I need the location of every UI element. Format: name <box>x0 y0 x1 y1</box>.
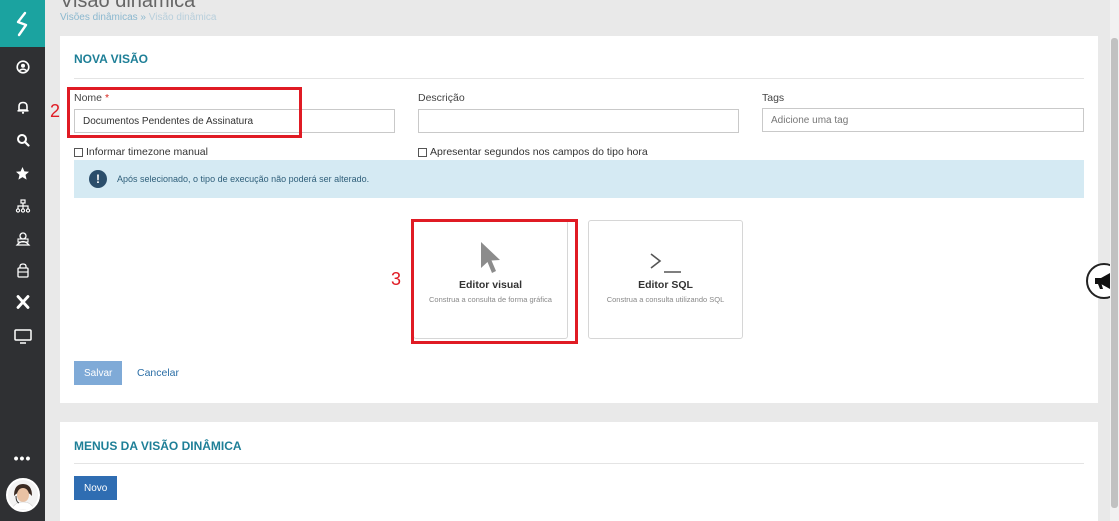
x-icon[interactable] <box>0 289 45 315</box>
logo-icon <box>16 11 27 36</box>
avatar[interactable] <box>6 478 40 512</box>
editor-sql-option[interactable]: Editor SQL Construa a consulta utilizand… <box>588 220 743 339</box>
scrollbar[interactable] <box>1110 0 1119 521</box>
info-alert: ! Após selecionado, o tipo de execução n… <box>74 160 1084 198</box>
logo[interactable] <box>0 0 45 47</box>
editor-sql-desc: Construa a consulta utilizando SQL <box>606 295 725 304</box>
annotation-number-3: 3 <box>391 269 402 289</box>
monitor-icon[interactable] <box>0 323 45 349</box>
sidebar: ••• <box>0 0 45 521</box>
terminal-icon <box>589 251 742 275</box>
editor-sql-title: Editor SQL <box>638 279 693 291</box>
tags-input[interactable] <box>762 108 1084 132</box>
nova-visao-title: NOVA VISÃO <box>74 52 149 66</box>
bag-icon[interactable] <box>0 257 45 283</box>
exclamation-icon: ! <box>89 170 107 188</box>
breadcrumb-current: Visão dinâmica <box>148 12 217 23</box>
annotation-box-nome <box>67 87 302 138</box>
bell-icon[interactable] <box>0 94 45 120</box>
info-text: Após selecionado, o tipo de execução não… <box>117 174 370 184</box>
segundos-checkbox[interactable] <box>418 147 427 157</box>
save-button[interactable]: Salvar <box>74 361 123 385</box>
scroll-thumb[interactable] <box>1111 38 1118 508</box>
divider <box>74 78 1084 79</box>
annotation-number-2: 2 <box>50 101 61 121</box>
breadcrumb: Visões dinâmicas » Visão dinâmica <box>60 12 216 23</box>
timezone-checkbox[interactable] <box>74 147 83 157</box>
tags-label: Tags <box>762 92 785 104</box>
user-circle-icon[interactable] <box>0 54 45 80</box>
breadcrumb-parent-link[interactable]: Visões dinâmicas <box>60 12 138 23</box>
new-menu-button[interactable]: Novo <box>74 476 118 500</box>
more-menu[interactable]: ••• <box>0 450 45 468</box>
search-icon[interactable] <box>0 127 45 153</box>
star-icon[interactable] <box>0 160 45 186</box>
timezone-label: Informar timezone manual <box>86 146 208 158</box>
divider <box>74 463 1084 464</box>
segundos-label: Apresentar segundos nos campos do tipo h… <box>430 146 648 158</box>
segundos-option: Apresentar segundos nos campos do tipo h… <box>418 146 648 158</box>
sitemap-icon[interactable] <box>0 193 45 219</box>
cancel-link[interactable]: Cancelar <box>137 367 179 379</box>
menus-card: MENUS DA VISÃO DINÂMICA Novo <box>60 422 1098 521</box>
descricao-label: Descrição <box>418 92 465 104</box>
menus-title: MENUS DA VISÃO DINÂMICA <box>74 439 242 453</box>
timezone-option: Informar timezone manual <box>74 146 208 158</box>
annotation-box-editor-visual <box>411 219 578 344</box>
descricao-input[interactable] <box>418 109 739 133</box>
users-icon[interactable] <box>0 225 45 251</box>
breadcrumb-separator: » <box>140 12 146 23</box>
